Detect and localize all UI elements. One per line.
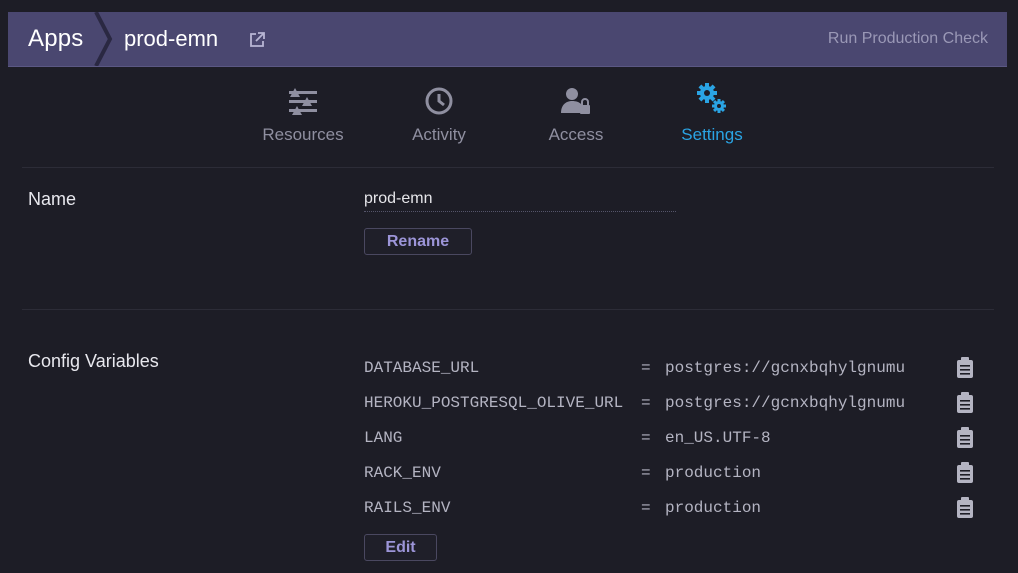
section-divider bbox=[22, 309, 994, 310]
config-var-equals: = bbox=[641, 429, 651, 447]
tab-access-label: Access bbox=[548, 125, 604, 144]
tab-settings-label: Settings bbox=[681, 125, 743, 144]
config-var-key: DATABASE_URL bbox=[364, 359, 480, 377]
tab-resources[interactable]: Resources bbox=[243, 80, 363, 145]
breadcrumb-app-name[interactable]: prod-emn bbox=[124, 26, 218, 52]
config-var-row: HEROKU_POSTGRESQL_OLIVE_URL = postgres:/… bbox=[364, 391, 984, 415]
config-var-equals: = bbox=[641, 394, 651, 412]
config-var-value: production bbox=[665, 464, 762, 482]
clipboard-icon[interactable] bbox=[956, 392, 974, 414]
clipboard-icon[interactable] bbox=[956, 497, 974, 519]
app-name-field[interactable]: prod-emn bbox=[364, 187, 676, 212]
config-var-key: LANG bbox=[364, 429, 403, 447]
tab-settings[interactable]: Settings bbox=[652, 80, 772, 145]
clipboard-icon[interactable] bbox=[956, 462, 974, 484]
config-var-row: DATABASE_URL = postgres://gcnxbqhylgnumu bbox=[364, 356, 984, 380]
tab-access[interactable]: Access bbox=[516, 80, 636, 145]
config-var-key: RAILS_ENV bbox=[364, 499, 451, 517]
name-section-label: Name bbox=[28, 189, 77, 209]
config-var-value: production bbox=[665, 499, 762, 517]
breadcrumb-separator-icon bbox=[94, 12, 113, 66]
rename-button[interactable]: Rename bbox=[364, 228, 472, 255]
clipboard-icon[interactable] bbox=[956, 427, 974, 449]
config-var-value: postgres://gcnxbqhylgnumu bbox=[665, 359, 906, 377]
config-var-value: postgres://gcnxbqhylgnumu bbox=[665, 394, 906, 412]
external-link-icon[interactable] bbox=[248, 31, 266, 49]
app-tabs: Resources Activity Access Settings bbox=[0, 80, 1018, 160]
tabs-divider bbox=[22, 167, 994, 168]
config-var-row: RAILS_ENV = production bbox=[364, 496, 984, 520]
config-var-key: HEROKU_POSTGRESQL_OLIVE_URL bbox=[364, 394, 624, 412]
config-var-equals: = bbox=[641, 359, 651, 377]
config-var-row: RACK_ENV = production bbox=[364, 461, 984, 485]
config-var-key: RACK_ENV bbox=[364, 464, 441, 482]
clipboard-icon[interactable] bbox=[956, 357, 974, 379]
run-production-check-link[interactable]: Run Production Check bbox=[828, 30, 988, 48]
gears-icon bbox=[697, 83, 726, 113]
config-var-equals: = bbox=[641, 499, 651, 517]
tab-activity[interactable]: Activity bbox=[379, 80, 499, 145]
tab-resources-label: Resources bbox=[262, 125, 344, 144]
edit-config-vars-button[interactable]: Edit bbox=[364, 534, 437, 561]
tab-activity-label: Activity bbox=[412, 125, 466, 144]
resources-icon bbox=[289, 88, 317, 115]
config-var-value: en_US.UTF-8 bbox=[665, 429, 771, 447]
config-var-equals: = bbox=[641, 464, 651, 482]
user-lock-icon bbox=[561, 88, 590, 114]
clock-icon bbox=[425, 87, 453, 115]
breadcrumb-apps-link[interactable]: Apps bbox=[28, 25, 84, 53]
app-header: Apps prod-emn Run Production Check bbox=[8, 12, 1007, 67]
config-vars-section-label: Config Variables bbox=[28, 351, 159, 371]
config-var-row: LANG = en_US.UTF-8 bbox=[364, 426, 984, 450]
